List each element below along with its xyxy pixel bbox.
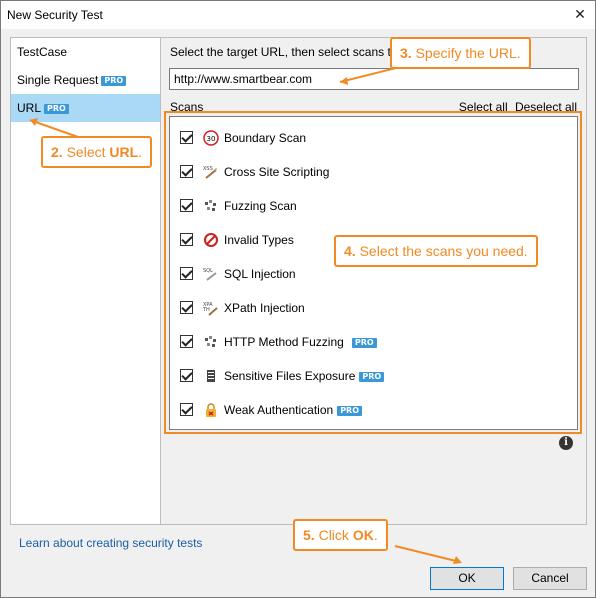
pro-badge: PRO: [359, 372, 385, 382]
boundary-icon: 30: [203, 130, 219, 146]
scan-label: Weak Authentication: [224, 403, 334, 417]
title-bar: New Security Test ✕: [1, 1, 595, 29]
scan-label: Fuzzing Scan: [224, 199, 297, 213]
scan-label: HTTP Method Fuzzing: [224, 335, 344, 349]
info-icon[interactable]: i: [559, 436, 573, 450]
scan-row-xpath[interactable]: XPA TH XPath Injection: [180, 298, 305, 318]
fuzzing-icon: [203, 334, 219, 350]
left-nav: TestCase Single Request PRO URL PRO: [10, 37, 161, 525]
scan-row-boundary[interactable]: 30 Boundary Scan: [180, 128, 306, 148]
callout-end: .: [373, 527, 378, 543]
scan-row-sensitive-files[interactable]: Sensitive Files Exposure PRO: [180, 366, 385, 386]
scan-label: Sensitive Files Exposure: [224, 369, 356, 383]
nav-item-single-request[interactable]: Single Request PRO: [11, 66, 160, 94]
pro-badge: PRO: [101, 76, 127, 86]
scan-row-http-method-fuzzing[interactable]: HTTP Method Fuzzing PRO: [180, 332, 377, 352]
callout-text: Specify the URL.: [415, 45, 521, 61]
scan-list: 30 Boundary Scan XSS Cross Site Scripting …: [169, 116, 578, 430]
scan-label: SQL Injection: [224, 267, 296, 281]
xpath-icon: XPA TH: [202, 300, 219, 316]
scan-checkbox[interactable]: [180, 335, 193, 348]
scan-checkbox[interactable]: [180, 199, 193, 212]
scan-row-sql[interactable]: SQL SQL Injection: [180, 264, 296, 284]
cancel-button[interactable]: Cancel: [513, 567, 587, 590]
nav-item-label: URL: [17, 101, 42, 115]
callout-click-ok: 5. Click OK.: [293, 519, 388, 551]
file-icon: [203, 368, 219, 384]
select-all-link[interactable]: Select all: [459, 100, 508, 114]
scan-label: Boundary Scan: [224, 131, 307, 145]
sql-icon: SQL: [203, 266, 219, 282]
xss-icon: XSS: [203, 164, 219, 180]
callout-select-url: 2. Select URL.: [41, 136, 153, 168]
scan-label: Invalid Types: [224, 233, 294, 247]
scan-checkbox[interactable]: [180, 233, 193, 246]
pro-badge: PRO: [44, 104, 69, 114]
deselect-all-link[interactable]: Deselect all: [515, 100, 577, 114]
close-icon[interactable]: ✕: [567, 3, 593, 25]
nav-item-label: TestCase: [17, 45, 68, 59]
scan-checkbox[interactable]: [180, 165, 193, 178]
scan-row-weak-auth[interactable]: Weak Authentication PRO: [180, 400, 363, 420]
scan-label: Cross Site Scripting: [224, 165, 330, 179]
svg-text:30: 30: [207, 135, 216, 143]
callout-number: 4.: [344, 243, 356, 259]
fuzzing-icon: [203, 198, 219, 214]
scan-row-invalid-types[interactable]: Invalid Types: [180, 230, 294, 250]
ok-button[interactable]: OK: [430, 567, 504, 590]
callout-number: 5.: [303, 527, 315, 543]
scans-links: Select all Deselect all: [455, 100, 577, 114]
lock-icon: [203, 402, 219, 418]
window-title: New Security Test: [7, 8, 103, 22]
scan-checkbox[interactable]: [180, 403, 193, 416]
url-input[interactable]: [169, 68, 579, 90]
callout-select-scans: 4. Select the scans you need.: [334, 235, 538, 267]
scan-checkbox[interactable]: [180, 131, 193, 144]
callout-end: .: [138, 144, 143, 160]
callout-text: Select the scans you need.: [359, 243, 528, 259]
pro-badge: PRO: [351, 338, 377, 348]
nav-item-testcase[interactable]: TestCase: [11, 38, 160, 66]
svg-text:XSS: XSS: [203, 166, 213, 172]
callout-number: 2.: [51, 144, 63, 160]
learn-link[interactable]: Learn about creating security tests: [19, 536, 202, 550]
scan-checkbox[interactable]: [180, 301, 193, 314]
callout-specify-url: 3. Specify the URL.: [390, 37, 531, 69]
callout-bold: OK: [352, 527, 374, 543]
scan-row-fuzzing[interactable]: Fuzzing Scan: [180, 196, 297, 216]
callout-text: Click: [318, 527, 353, 543]
scan-checkbox[interactable]: [180, 369, 193, 382]
scan-row-xss[interactable]: XSS Cross Site Scripting: [180, 162, 329, 182]
security-test-dialog: New Security Test ✕ TestCase Single Requ…: [0, 0, 596, 598]
instruction-text: Select the target URL, then select scans…: [170, 45, 398, 59]
svg-text:TH: TH: [203, 307, 210, 313]
invalid-types-icon: [203, 232, 219, 248]
scans-label: Scans: [170, 100, 204, 114]
nav-item-url[interactable]: URL PRO: [11, 94, 160, 122]
nav-item-label: Single Request: [17, 73, 99, 87]
callout-text: Select: [66, 144, 110, 160]
scan-checkbox[interactable]: [180, 267, 193, 280]
callout-bold: URL: [109, 144, 139, 160]
scan-label: XPath Injection: [224, 301, 305, 315]
svg-text:SQL: SQL: [203, 268, 213, 274]
callout-number: 3.: [400, 45, 412, 61]
pro-badge: PRO: [337, 406, 363, 416]
